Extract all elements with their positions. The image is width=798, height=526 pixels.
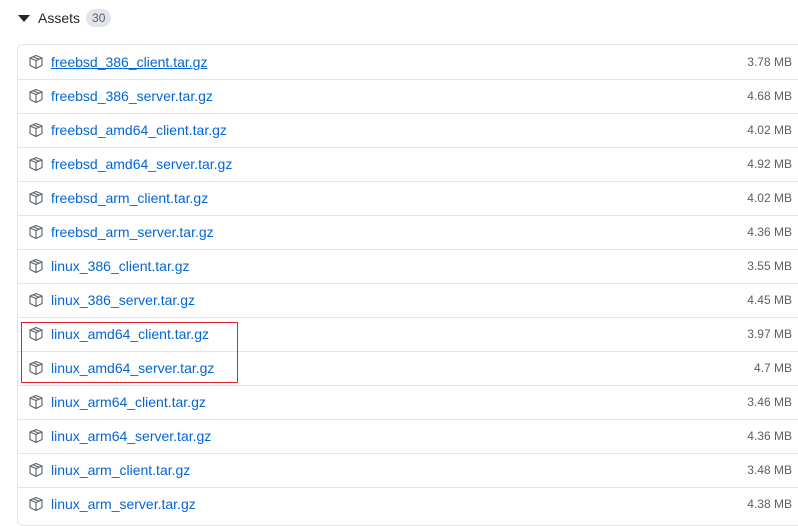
asset-link[interactable]: linux_amd64_client.tar.gz xyxy=(51,325,209,343)
asset-link[interactable]: freebsd_amd64_server.tar.gz xyxy=(51,155,232,173)
asset-link[interactable]: linux_386_client.tar.gz xyxy=(51,257,190,275)
asset-row: linux_amd64_client.tar.gz 3.97 MB xyxy=(18,317,798,352)
asset-size: 4.02 MB xyxy=(747,123,792,137)
package-icon xyxy=(29,258,43,274)
asset-size: 4.68 MB xyxy=(747,89,792,103)
asset-link[interactable]: freebsd_arm_client.tar.gz xyxy=(51,189,208,207)
asset-size: 4.45 MB xyxy=(747,293,792,307)
asset-row: freebsd_amd64_client.tar.gz 4.02 MB xyxy=(18,113,798,148)
asset-row: freebsd_amd64_server.tar.gz 4.92 MB xyxy=(18,147,798,182)
assets-list: freebsd_386_client.tar.gz 3.78 MB freebs… xyxy=(17,44,798,526)
asset-row: linux_386_server.tar.gz 4.45 MB xyxy=(18,283,798,318)
asset-link[interactable]: linux_amd64_server.tar.gz xyxy=(51,359,214,377)
asset-link[interactable]: freebsd_386_server.tar.gz xyxy=(51,87,213,105)
asset-row: freebsd_arm_client.tar.gz 4.02 MB xyxy=(18,181,798,216)
package-icon xyxy=(29,54,43,70)
asset-row: freebsd_386_server.tar.gz 4.68 MB xyxy=(18,79,798,114)
assets-header[interactable]: Assets 30 xyxy=(18,8,112,28)
package-icon xyxy=(29,88,43,104)
asset-size: 4.92 MB xyxy=(747,157,792,171)
asset-size: 3.97 MB xyxy=(747,327,792,341)
package-icon xyxy=(29,190,43,206)
package-icon xyxy=(29,224,43,240)
asset-row: linux_arm64_server.tar.gz 4.36 MB xyxy=(18,419,798,454)
collapse-triangle-icon[interactable] xyxy=(18,15,30,22)
asset-row: linux_arm_client.tar.gz 3.48 MB xyxy=(18,453,798,488)
asset-size: 3.78 MB xyxy=(747,55,792,69)
asset-size: 4.36 MB xyxy=(747,429,792,443)
package-icon xyxy=(29,360,43,376)
asset-size: 3.46 MB xyxy=(747,395,792,409)
asset-row: linux_386_client.tar.gz 3.55 MB xyxy=(18,249,798,284)
asset-size: 4.7 MB xyxy=(753,361,792,375)
package-icon xyxy=(29,428,43,444)
package-icon xyxy=(29,326,43,342)
asset-link[interactable]: linux_arm_client.tar.gz xyxy=(51,461,190,479)
asset-row: linux_amd64_server.tar.gz 4.7 MB xyxy=(18,351,798,386)
asset-row: freebsd_386_client.tar.gz 3.78 MB xyxy=(18,45,798,80)
package-icon xyxy=(29,496,43,512)
asset-size: 3.48 MB xyxy=(747,463,792,477)
asset-link[interactable]: linux_arm64_server.tar.gz xyxy=(51,427,211,445)
asset-link[interactable]: linux_arm64_client.tar.gz xyxy=(51,393,206,411)
asset-row: linux_arm64_client.tar.gz 3.46 MB xyxy=(18,385,798,420)
package-icon xyxy=(29,156,43,172)
asset-link[interactable]: linux_arm_server.tar.gz xyxy=(51,495,196,513)
asset-row: freebsd_arm_server.tar.gz 4.36 MB xyxy=(18,215,798,250)
assets-count-badge: 30 xyxy=(86,9,112,27)
package-icon xyxy=(29,462,43,478)
asset-size: 4.38 MB xyxy=(747,497,792,511)
asset-link[interactable]: freebsd_amd64_client.tar.gz xyxy=(51,121,227,139)
package-icon xyxy=(29,292,43,308)
package-icon xyxy=(29,122,43,138)
asset-size: 3.55 MB xyxy=(747,259,792,273)
asset-row: linux_arm_server.tar.gz 4.38 MB xyxy=(18,487,798,521)
package-icon xyxy=(29,394,43,410)
asset-size: 4.02 MB xyxy=(747,191,792,205)
asset-link[interactable]: linux_386_server.tar.gz xyxy=(51,291,195,309)
assets-title: Assets xyxy=(38,10,81,26)
asset-size: 4.36 MB xyxy=(747,225,792,239)
asset-link[interactable]: freebsd_arm_server.tar.gz xyxy=(51,223,214,241)
asset-link[interactable]: freebsd_386_client.tar.gz xyxy=(51,53,207,71)
